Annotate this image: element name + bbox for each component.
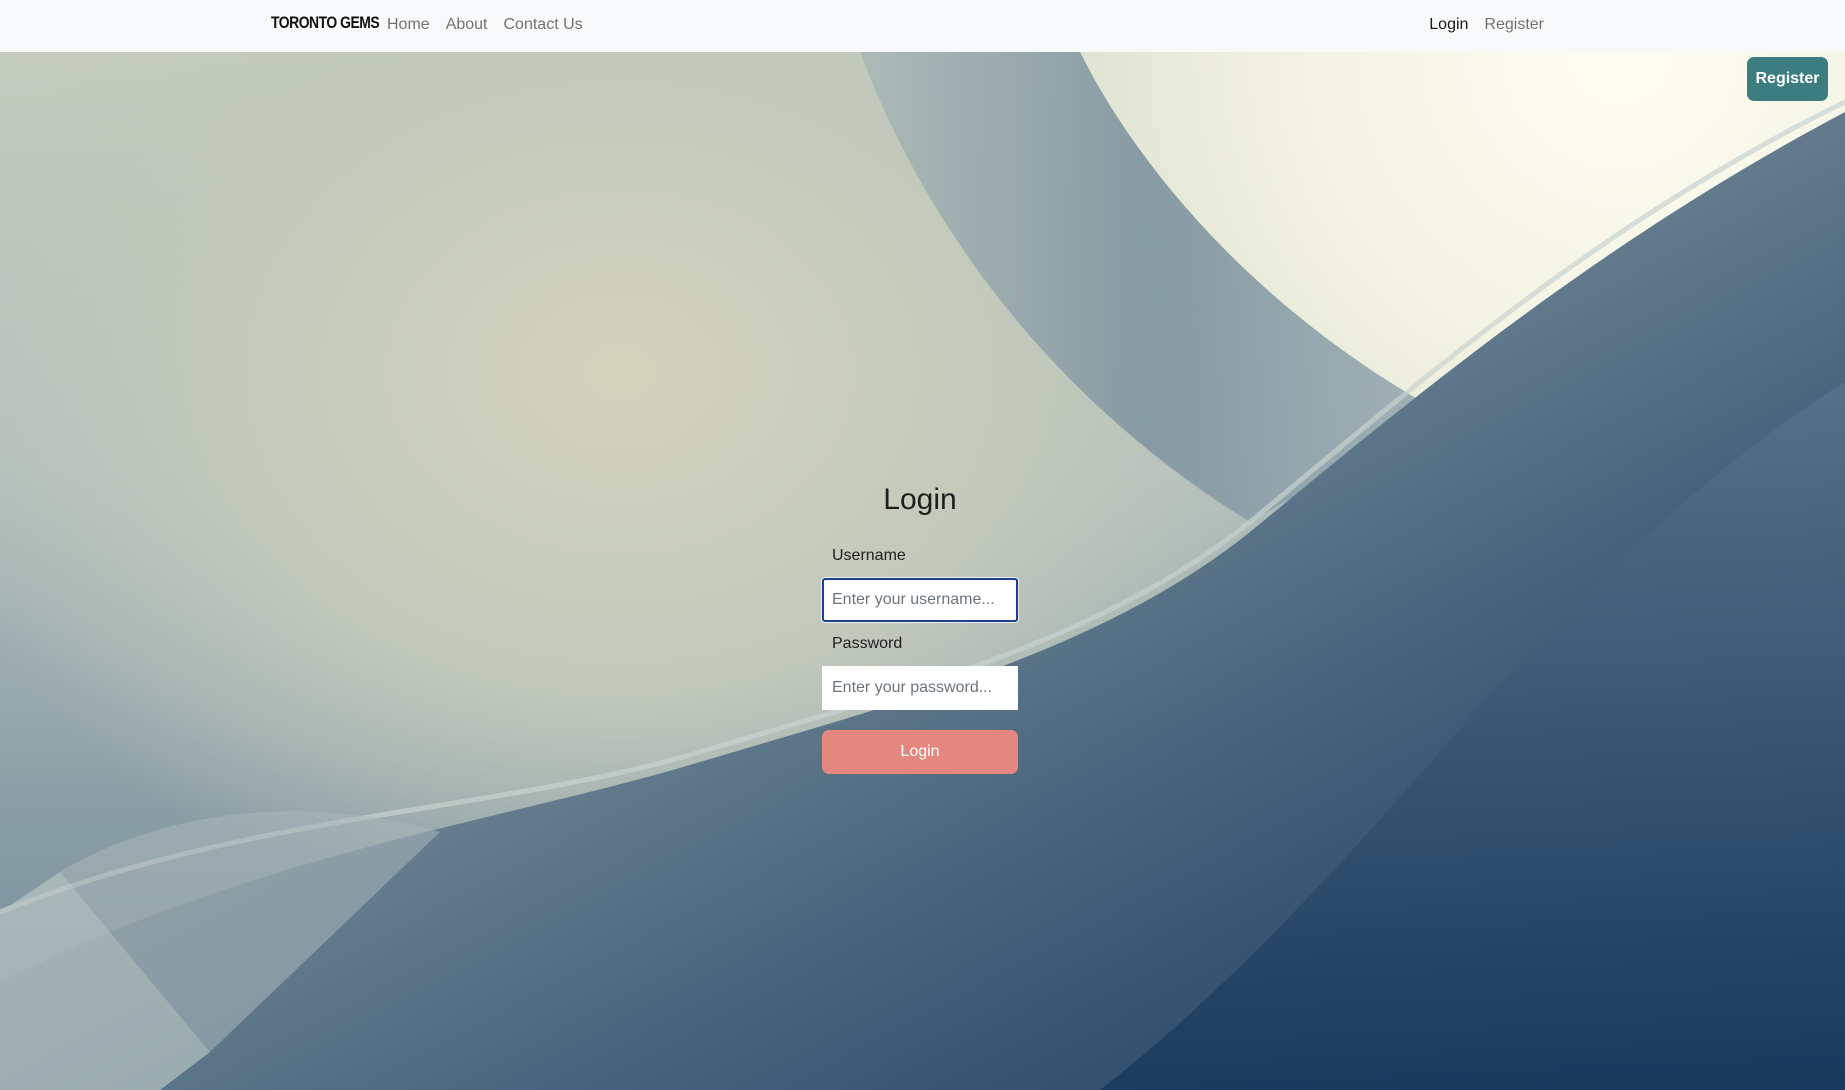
- brand-logo[interactable]: TORONTO GEMS: [271, 13, 380, 33]
- password-input[interactable]: [822, 666, 1018, 710]
- nav-link-home[interactable]: Home: [387, 15, 430, 35]
- register-button[interactable]: Register: [1747, 57, 1828, 101]
- top-navbar: TORONTO GEMS Home About Contact Us Login…: [0, 0, 1845, 52]
- login-submit-button[interactable]: Login: [822, 730, 1018, 774]
- username-label: Username: [832, 547, 906, 564]
- username-input[interactable]: [822, 578, 1018, 622]
- nav-link-contact-us[interactable]: Contact Us: [504, 15, 583, 35]
- nav-link-about[interactable]: About: [446, 15, 488, 35]
- login-title: Login: [883, 483, 957, 516]
- login-form: Login Username Password Login: [822, 480, 1018, 774]
- nav-link-login[interactable]: Login: [1429, 15, 1468, 35]
- nav-link-register[interactable]: Register: [1484, 15, 1544, 35]
- nav-auth-links: Login Register: [1429, 15, 1544, 35]
- nav-primary-links: Home About Contact Us: [387, 15, 583, 35]
- password-label: Password: [832, 635, 903, 652]
